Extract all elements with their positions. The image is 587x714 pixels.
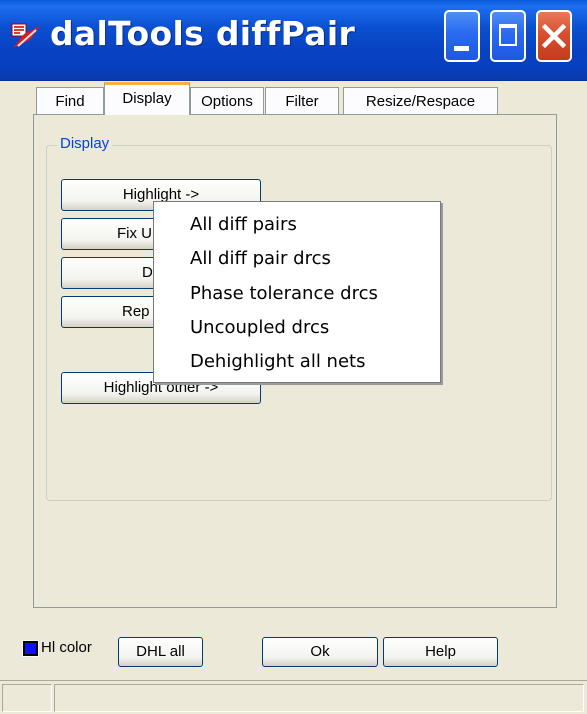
ok-button[interactable]: Ok [262,637,378,667]
status-cell-left [2,684,52,712]
maximize-button[interactable] [490,10,526,62]
close-icon [541,23,567,49]
menu-item-phase-tolerance-drcs[interactable]: Phase tolerance drcs [190,283,378,304]
close-button[interactable] [536,10,572,62]
tab-resize-respace[interactable]: Resize/Respace [343,87,498,115]
maximize-icon [499,24,517,46]
hl-color-label: Hl color [41,639,92,656]
help-button[interactable]: Help [383,637,498,667]
minimize-button[interactable] [444,10,480,62]
menu-item-dehighlight-all-nets[interactable]: Dehighlight all nets [190,351,365,372]
tab-options[interactable]: Options [190,87,264,115]
menu-item-all-diff-pair-drcs[interactable]: All diff pair drcs [190,248,331,269]
dhl-all-button[interactable]: DHL all [118,637,203,667]
tab-filter[interactable]: Filter [265,87,339,115]
tab-display[interactable]: Display [104,82,190,115]
tab-find[interactable]: Find [36,87,104,115]
minimize-icon [454,46,469,51]
app-icon[interactable] [10,22,44,52]
hl-color-swatch[interactable] [22,640,39,657]
window-title: dalTools diffPair [50,14,356,53]
status-bar [0,680,587,714]
menu-item-uncoupled-drcs[interactable]: Uncoupled drcs [190,317,329,338]
highlight-context-menu: All diff pairs All diff pair drcs Phase … [153,201,441,383]
status-cell-main [54,684,584,712]
title-bar[interactable]: dalTools diffPair [0,0,587,81]
display-group-label: Display [57,135,113,152]
menu-item-all-diff-pairs[interactable]: All diff pairs [190,214,297,235]
